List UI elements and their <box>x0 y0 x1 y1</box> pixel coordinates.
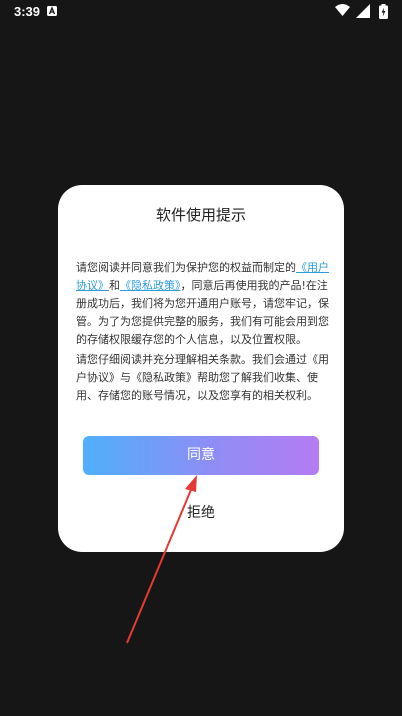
consent-intro-text: 请您阅读并同意我们为保护您的权益而制定的 <box>76 261 296 274</box>
privacy-consent-dialog: 软件使用提示 请您阅读并同意我们为保护您的权益而制定的《用户协议》和《隐私政策》… <box>58 185 344 552</box>
status-bar: 3:39 <box>0 0 402 24</box>
consent-paragraph-2: 请您仔细阅读并充分理解相关条款。我们会通过《用户协议》与《隐私政策》帮助您了解我… <box>76 353 329 402</box>
dialog-body-scroll[interactable]: 请您阅读并同意我们为保护您的权益而制定的《用户协议》和《隐私政策》，同意后再使用… <box>76 259 329 419</box>
battery-charging-icon <box>379 4 388 19</box>
consent-paragraph-1: 请您阅读并同意我们为保护您的权益而制定的《用户协议》和《隐私政策》，同意后再使用… <box>76 259 329 349</box>
dialog-title: 软件使用提示 <box>155 206 246 224</box>
and-text: 和 <box>109 279 120 292</box>
privacy-policy-link[interactable]: 《隐私政策》 <box>120 279 181 292</box>
a-letter-icon <box>47 6 57 16</box>
cellular-signal-icon <box>356 4 370 18</box>
reject-button[interactable]: 拒绝 <box>151 498 251 528</box>
wifi-icon <box>335 4 350 16</box>
agree-button[interactable]: 同意 <box>83 436 319 475</box>
status-time: 3:39 <box>14 4 41 19</box>
